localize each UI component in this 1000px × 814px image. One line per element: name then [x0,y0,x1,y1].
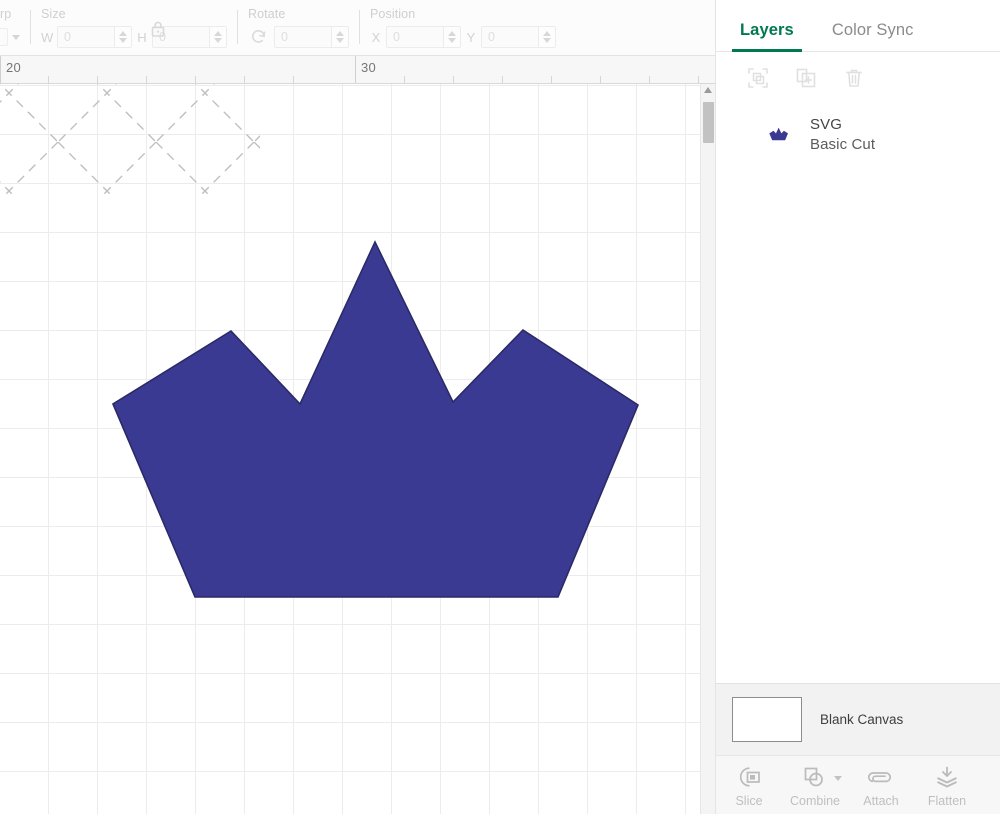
chevron-up-icon[interactable] [119,31,127,36]
tab-color-sync[interactable]: Color Sync [826,21,920,51]
toolbar-divider-1 [30,10,31,44]
group-button[interactable] [744,64,772,92]
pos-x-arrows[interactable] [443,27,460,47]
canvas-viewport[interactable] [0,84,715,814]
ruler-label: 20 [6,60,22,75]
rotate-icon [251,30,266,43]
pos-x-input[interactable] [387,27,443,47]
pos-y-input[interactable] [482,27,538,47]
delete-icon [846,69,862,87]
size-group: Size W H [41,0,227,55]
chevron-down-icon[interactable] [214,38,222,43]
pos-y-stepper[interactable] [481,26,556,48]
top-toolbar: rp Size W 0 H 0 Rotate 0 Position X 0 Y … [0,0,715,56]
chevron-down-icon [12,34,20,40]
attach-button[interactable]: Attach [848,764,914,808]
layer-thumbnail [760,118,796,152]
vertical-scrollbar[interactable] [700,84,715,814]
layer-item-svg[interactable]: SVG Basic Cut [716,110,1000,159]
chevron-up-icon[interactable] [448,31,456,36]
contour-button[interactable]: Co [980,764,1000,808]
chevron-up-icon[interactable] [214,31,222,36]
toolbar-divider-2 [237,10,238,44]
scroll-up-icon[interactable] [704,87,712,93]
rotate-input[interactable] [275,27,331,47]
horizontal-ruler[interactable]: 20 30 [0,56,715,84]
chevron-down-icon[interactable] [543,38,551,43]
blank-canvas-row[interactable]: Blank Canvas [716,683,1000,755]
right-panel: Layers Color Sync SVG Basic Cut Blank Ca… [715,0,1000,814]
lock-icon [151,21,165,37]
layer-subtitle: Basic Cut [810,136,876,153]
chevron-up-icon[interactable] [543,31,551,36]
position-group: Position X Y [370,0,556,55]
combine-icon [802,764,828,790]
flatten-icon [934,764,960,790]
rotate-arrows[interactable] [331,27,348,47]
layer-title: SVG [810,116,842,133]
width-stepper[interactable] [57,26,132,48]
combine-label: Combine [789,794,841,808]
pos-y-label: Y [466,29,476,45]
chevron-down-icon[interactable] [336,38,344,43]
cut-type-label: rp [0,7,12,21]
height-arrows[interactable] [209,27,226,47]
flatten-label: Flatten [927,794,967,808]
slice-icon [736,764,762,790]
chevron-down-icon[interactable] [119,38,127,43]
cut-type-group: rp [0,0,20,55]
position-label: Position [370,7,416,21]
attach-label: Attach [863,794,899,808]
flatten-button[interactable]: Flatten [914,764,980,808]
ruler-label: 30 [361,60,377,75]
aspect-lock-button[interactable] [150,0,166,55]
layer-actions-bar [716,52,1000,102]
delete-button[interactable] [840,64,868,92]
chevron-up-icon[interactable] [336,31,344,36]
toolbar-divider-3 [359,10,360,44]
canvas-area: rp Size W 0 H 0 Rotate 0 Position X 0 Y … [0,0,715,814]
cut-type-swatch [0,28,8,46]
canvas-grid [0,84,715,814]
design-app: rp Size W 0 H 0 Rotate 0 Position X 0 Y … [0,0,1000,814]
tab-layers[interactable]: Layers [732,21,802,52]
attach-icon [867,764,895,790]
canvas-thumbnail [732,697,802,742]
rotate-label: Rotate [248,7,286,21]
combine-button[interactable]: Combine [782,764,848,808]
layer-list: SVG Basic Cut [716,102,1000,683]
pos-x-label: X [371,29,381,45]
size-label: Size [41,7,66,21]
pos-x-stepper[interactable] [386,26,461,48]
shape-tools-bar: Slice Combine Attach Flatten [716,755,1000,814]
crown-icon [769,127,788,140]
canvas-label: Blank Canvas [820,712,904,727]
pos-y-arrows[interactable] [538,27,555,47]
rotate-stepper[interactable] [274,26,349,48]
slice-label: Slice [735,794,763,808]
group-icon [748,68,768,88]
width-arrows[interactable] [114,27,131,47]
rotate-group: Rotate [248,0,349,55]
scrollbar-thumb[interactable] [703,102,714,143]
cut-type-dropdown[interactable] [0,26,20,48]
duplicate-button[interactable] [792,64,820,92]
width-label: W [41,29,54,45]
height-label: H [137,29,147,45]
panel-tabs: Layers Color Sync [716,0,1000,52]
width-input[interactable] [58,27,114,47]
slice-button[interactable]: Slice [716,764,782,808]
chevron-down-icon[interactable] [834,776,842,781]
duplicate-icon [796,68,816,88]
chevron-down-icon[interactable] [448,38,456,43]
